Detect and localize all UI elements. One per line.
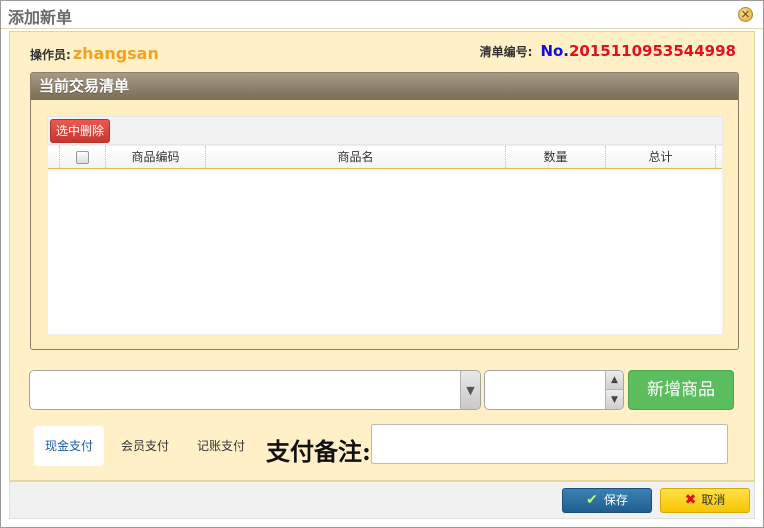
column-header-product-name[interactable]: 商品名 [206,146,506,168]
operator-label: 操作员: [30,48,71,62]
product-select-dropdown-button[interactable]: ▼ [460,371,480,409]
operator-name: zhangsan [72,44,159,63]
row-number-header [48,146,60,168]
select-all-checkbox-cell [60,146,106,168]
add-order-dialog: 添加新单 ✕ 操作员: zhangsan 清单编号: No.201511095354… [0,0,764,528]
panel-title: 当前交易清单 [31,73,738,100]
delete-selected-button[interactable]: 选中删除 [50,119,111,143]
grid-toolbar: 选中删除 [47,116,723,145]
column-header-total[interactable]: 总计 [606,146,716,168]
order-number-label: 清单编号: [479,45,533,59]
close-button[interactable]: ✕ [738,7,753,22]
column-header-quantity[interactable]: 数量 [506,146,606,168]
dialog-footer: ✔ 保存 ✖ 取消 [9,481,755,519]
cancel-x-icon: ✖ [684,492,697,508]
tab-cash-payment[interactable]: 现金支付 [34,426,104,466]
select-all-checkbox[interactable] [76,150,89,164]
chevron-down-icon: ▼ [466,383,475,397]
add-product-button[interactable]: 新增商品 [628,370,734,410]
operator-info: 操作员: zhangsan [30,44,159,63]
order-number-prefix: No. [540,42,569,60]
save-button[interactable]: ✔ 保存 [562,488,652,513]
grid-body [48,169,722,334]
items-grid: 商品编码 商品名 数量 总计 [47,145,723,335]
close-icon: ✕ [740,8,751,21]
dialog-body: 操作员: zhangsan 清单编号: No.2015110953544998 当前… [9,31,755,481]
product-select[interactable]: ▼ [29,370,481,410]
tab-credit-payment[interactable]: 记账支付 [186,426,256,466]
dialog-title: 添加新单 [8,8,73,27]
triangle-down-icon: ▼ [611,394,618,405]
triangle-up-icon: ▲ [611,375,618,385]
tab-member-payment[interactable]: 会员支付 [110,426,180,466]
quantity-increment-button[interactable]: ▲ [605,371,623,390]
cancel-button[interactable]: ✖ 取消 [660,488,750,513]
cancel-button-label: 取消 [701,493,726,507]
transaction-list-panel: 当前交易清单 选中删除 商品编码 商品名 数量 总计 [30,72,739,350]
title-bar: 添加新单 ✕ [1,1,763,29]
payment-note-label: 支付备注: [266,437,371,466]
quantity-decrement-button[interactable]: ▼ [605,390,623,409]
checkmark-icon: ✔ [586,492,598,508]
order-number-info: 清单编号: No.2015110953544998 [480,42,736,60]
order-number-value: 2015110953544998 [569,42,736,60]
column-header-product-code[interactable]: 商品编码 [106,146,206,168]
grid-header: 商品编码 商品名 数量 总计 [48,146,722,169]
save-button-label: 保存 [603,493,628,507]
quantity-stepper[interactable]: ▲ ▼ [484,370,624,410]
payment-note-input[interactable] [371,424,728,464]
